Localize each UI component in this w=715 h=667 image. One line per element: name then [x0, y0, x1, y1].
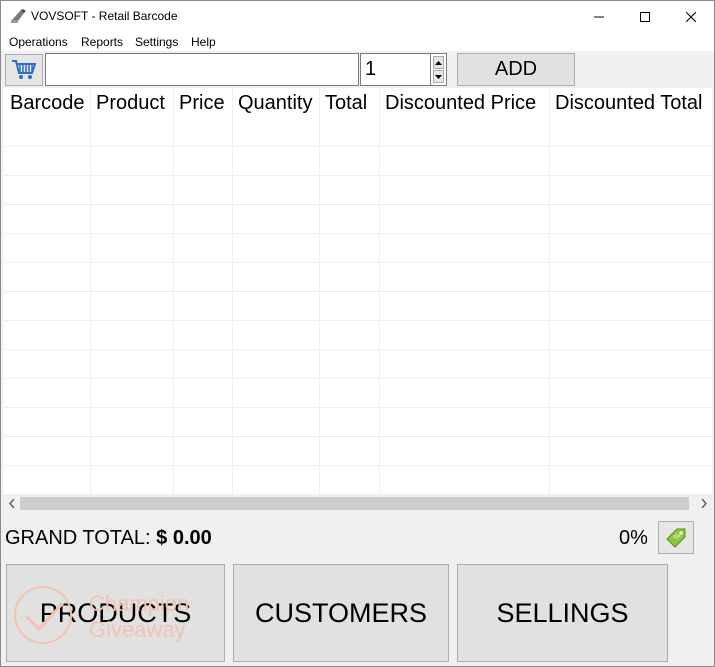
column-header-discounted-total[interactable]: Discounted Total — [548, 88, 703, 118]
discount-percent: 0% — [619, 527, 648, 549]
arrow-down-icon — [435, 74, 442, 79]
quantity-increase-button[interactable] — [433, 56, 444, 69]
chevron-left-icon — [8, 499, 15, 508]
chevron-right-icon — [700, 499, 707, 508]
shopping-cart-icon — [12, 60, 37, 79]
table-row[interactable] — [3, 292, 712, 321]
close-button[interactable] — [668, 1, 714, 32]
window-title: VOVSOFT - Retail Barcode — [31, 9, 178, 23]
arrow-up-icon — [435, 60, 442, 65]
products-button[interactable]: PRODUCTS — [6, 564, 225, 662]
maximize-button[interactable] — [622, 1, 668, 32]
table-row[interactable] — [3, 205, 712, 234]
minimize-icon — [594, 16, 604, 17]
table-row[interactable] — [3, 263, 712, 292]
app-window: VOVSOFT - Retail Barcode Operations Repo… — [0, 0, 715, 667]
quantity-stepper[interactable] — [430, 53, 447, 86]
table-row[interactable] — [3, 147, 712, 176]
barcode-scanner-icon — [11, 9, 26, 23]
customers-button[interactable]: CUSTOMERS — [233, 564, 449, 662]
scroll-right-button[interactable] — [695, 495, 712, 512]
barcode-input[interactable] — [45, 53, 359, 86]
barcode-toolbar: ADD — [1, 51, 714, 88]
table-row[interactable] — [3, 408, 712, 437]
menu-bar: Operations Reports Settings Help — [1, 32, 714, 51]
column-header-barcode[interactable]: Barcode — [3, 88, 85, 118]
quantity-input[interactable] — [360, 53, 430, 86]
column-header-discounted-price[interactable]: Discounted Price — [378, 88, 536, 118]
menu-settings[interactable]: Settings — [135, 35, 178, 49]
column-header-total[interactable]: Total — [318, 88, 367, 118]
quantity-decrease-button[interactable] — [433, 70, 444, 83]
table-row[interactable] — [3, 437, 712, 466]
add-button[interactable]: ADD — [457, 53, 575, 86]
items-grid[interactable]: Barcode Product Price Quantity Total Dis… — [3, 88, 712, 495]
title-bar: VOVSOFT - Retail Barcode — [1, 1, 714, 32]
grand-total-value: $ 0.00 — [156, 527, 212, 549]
table-row[interactable] — [3, 234, 712, 263]
minimize-button[interactable] — [576, 1, 622, 32]
menu-operations[interactable]: Operations — [9, 35, 68, 49]
column-header-quantity[interactable]: Quantity — [231, 88, 312, 118]
grand-total-bar: GRAND TOTAL: $ 0.00 0% % — [1, 513, 714, 563]
menu-reports[interactable]: Reports — [81, 35, 123, 49]
table-row[interactable] — [3, 176, 712, 205]
discount-button[interactable]: % — [658, 521, 694, 554]
horizontal-scrollbar[interactable] — [3, 495, 712, 512]
maximize-icon — [640, 11, 650, 22]
sellings-button[interactable]: SELLINGS — [457, 564, 668, 662]
cart-button[interactable] — [5, 54, 43, 86]
table-row[interactable] — [3, 379, 712, 408]
close-icon — [686, 11, 696, 22]
column-header-price[interactable]: Price — [172, 88, 225, 118]
table-row[interactable] — [3, 321, 712, 350]
scroll-left-button[interactable] — [3, 495, 20, 512]
discount-tag-icon: % — [666, 528, 686, 548]
grand-total: GRAND TOTAL: $ 0.00 — [5, 527, 212, 550]
menu-help[interactable]: Help — [191, 35, 216, 49]
grand-total-label: GRAND TOTAL: — [5, 527, 151, 549]
table-row[interactable] — [3, 466, 712, 495]
scrollbar-thumb[interactable] — [20, 497, 689, 510]
grid-header: Barcode Product Price Quantity Total Dis… — [3, 88, 712, 118]
table-row[interactable] — [3, 350, 712, 379]
column-header-product[interactable]: Product — [89, 88, 165, 118]
table-row[interactable] — [3, 118, 712, 147]
